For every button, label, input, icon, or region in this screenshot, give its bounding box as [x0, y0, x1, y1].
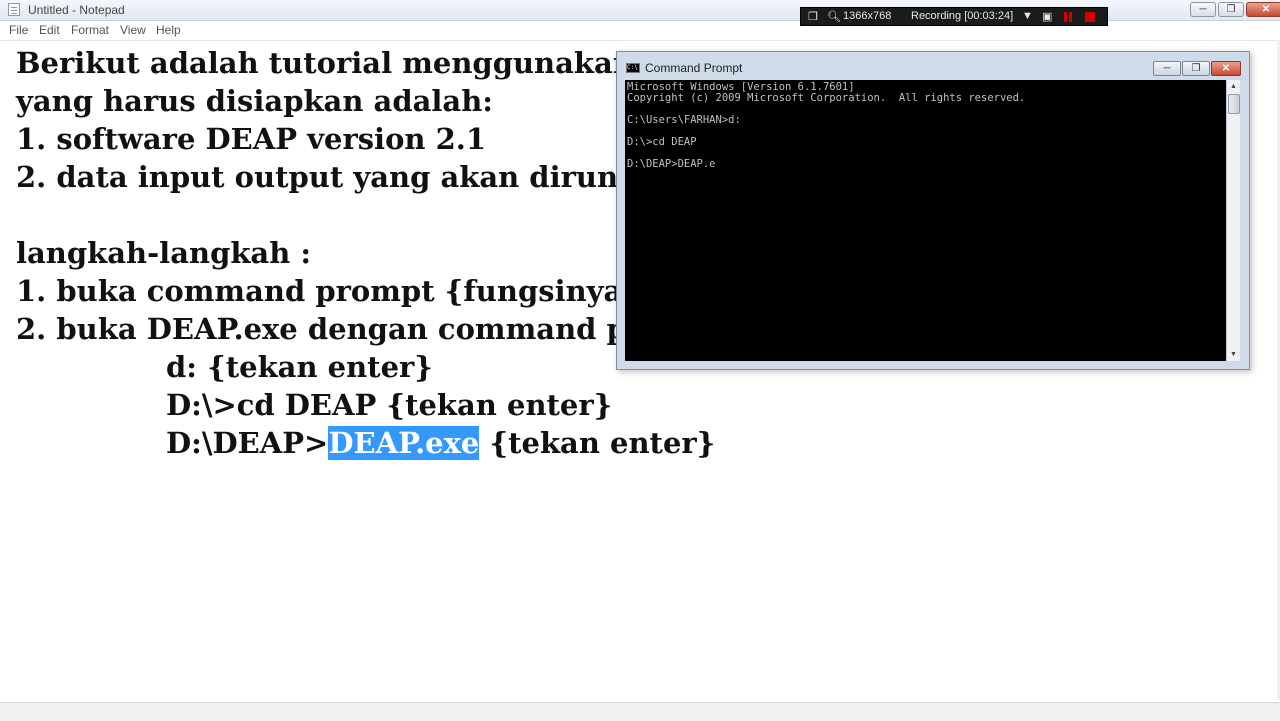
close-button[interactable]: ✕: [1246, 2, 1280, 17]
scroll-up-arrow-icon[interactable]: ▲: [1227, 80, 1240, 93]
menu-edit[interactable]: Edit: [39, 23, 60, 37]
text-after-selection: {tekan enter}: [479, 426, 716, 460]
camera-icon[interactable]: ▣: [1042, 10, 1052, 23]
menu-help[interactable]: Help: [156, 23, 181, 37]
cmd-window-title: Command Prompt: [645, 61, 743, 75]
text-line: 2. data input output yang akan dirunnin: [16, 160, 672, 194]
recording-status: Recording [00:03:24]: [911, 10, 1014, 22]
recorder-toolbar: ❐ 🔍︎ 1366x768 Recording [00:03:24] ▼ ▣: [800, 7, 1108, 26]
menu-format[interactable]: Format: [71, 23, 109, 37]
pause-icon[interactable]: [1063, 12, 1073, 22]
horizontal-scrollbar[interactable]: [0, 702, 1280, 721]
cmd-close-button[interactable]: ✕: [1211, 61, 1241, 76]
console-line: Copyright (c) 2009 Microsoft Corporation…: [627, 92, 1026, 104]
stop-icon[interactable]: [1085, 12, 1095, 22]
minimize-button[interactable]: ─: [1190, 2, 1216, 17]
text-line: 1. software DEAP version 2.1: [16, 122, 487, 156]
cmd-window-controls: ─ ❐ ✕: [1153, 61, 1241, 76]
dropdown-arrow-icon[interactable]: ▼: [1022, 10, 1033, 22]
cmd-titlebar[interactable]: C:\ Command Prompt ─ ❐ ✕: [617, 52, 1249, 80]
cmd-minimize-button[interactable]: ─: [1153, 61, 1181, 76]
text-before-selection: D:\DEAP>: [166, 426, 329, 460]
cmd-scrollbar[interactable]: ▲ ▼: [1226, 80, 1240, 361]
text-line: yang harus disiapkan adalah:: [16, 84, 493, 118]
text-line: langkah-langkah :: [16, 236, 312, 270]
scroll-down-arrow-icon[interactable]: ▼: [1227, 348, 1240, 361]
notepad-icon: [8, 3, 20, 16]
menu-file[interactable]: File: [9, 23, 28, 37]
text-line-with-selection: D:\DEAP>DEAP.exe {tekan enter}: [166, 424, 715, 462]
cmd-maximize-button[interactable]: ❐: [1182, 61, 1210, 76]
menu-view[interactable]: View: [120, 23, 146, 37]
console-output[interactable]: Microsoft Windows [Version 6.1.7601] Cop…: [625, 80, 1226, 361]
console-icon: C:\: [626, 63, 640, 73]
text-line: 2. buka DEAP.exe dengan command prom: [16, 312, 693, 346]
text-line: d: {tekan enter}: [166, 350, 433, 384]
window-title: Untitled - Notepad: [28, 3, 125, 17]
zoom-icon[interactable]: 🔍︎: [827, 10, 841, 23]
scroll-thumb[interactable]: [1228, 94, 1240, 114]
resolution-label: 1366x768: [843, 10, 892, 22]
selected-text: DEAP.exe: [328, 426, 480, 460]
console-line: D:\DEAP>DEAP.e: [627, 158, 716, 170]
window-size-icon[interactable]: ❐: [808, 10, 818, 23]
text-line: 1. buka command prompt {fungsinya ad: [16, 274, 672, 308]
maximize-button[interactable]: ❐: [1218, 2, 1244, 17]
notepad-window-controls: ─ ❐ ✕: [1190, 2, 1280, 17]
command-prompt-window: C:\ Command Prompt ─ ❐ ✕ Microsoft Windo…: [616, 51, 1250, 370]
console-line: C:\Users\FARHAN>d:: [627, 114, 741, 126]
text-line: D:\>cd DEAP {tekan enter}: [166, 388, 613, 422]
console-line: D:\>cd DEAP: [627, 136, 697, 148]
text-line: Berikut adalah tutorial menggunakan so: [16, 46, 680, 80]
